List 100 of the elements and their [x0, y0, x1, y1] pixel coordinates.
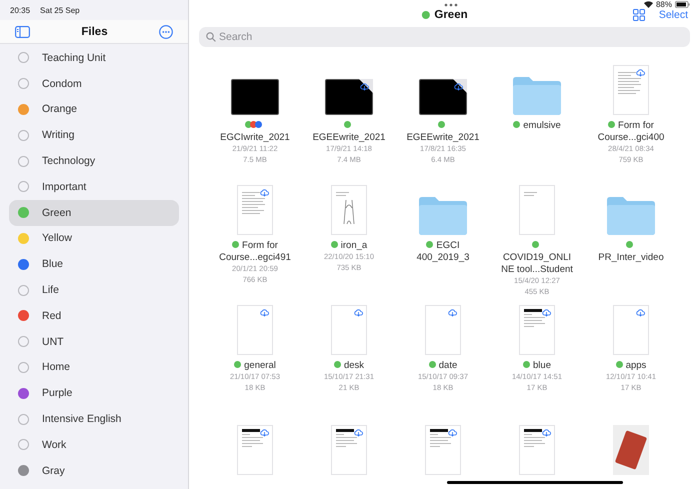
tag-dot	[18, 336, 29, 348]
photo-placeholder[interactable]	[613, 425, 649, 475]
tag-dot	[18, 284, 29, 296]
file-name: desk	[312, 360, 386, 372]
tag-item[interactable]: Writing	[9, 122, 179, 148]
grid-view-icon[interactable]	[632, 9, 645, 21]
tag-label: Writing	[42, 129, 74, 142]
document-thumbnail[interactable]	[613, 305, 649, 355]
more-icon[interactable]	[159, 24, 173, 38]
cloud-download-icon	[448, 309, 457, 317]
tag-dot	[18, 156, 29, 167]
tag-label: Orange	[42, 103, 78, 116]
tag-label: Condom	[42, 78, 82, 90]
tag-label: Life	[42, 284, 59, 296]
document-thumbnail[interactable]	[237, 305, 273, 355]
cloud-download-icon	[354, 429, 363, 437]
tag-item[interactable]: UNT	[9, 328, 179, 355]
file-name: Form for Course...gci400	[596, 120, 666, 144]
cloud-download-icon	[636, 69, 645, 77]
cloud-download-icon	[354, 309, 363, 317]
tag-item[interactable]: Home	[9, 354, 179, 380]
file-name: EGEEwrite_2021	[406, 120, 480, 144]
tag-item[interactable]: Work	[9, 432, 179, 458]
document-thumbnail[interactable]	[519, 185, 555, 235]
document-thumbnail[interactable]	[519, 305, 555, 355]
tag-item[interactable]: Condom	[9, 70, 179, 97]
tag-label: Red	[42, 310, 62, 322]
file-name: blue	[500, 360, 574, 372]
file-name: Form for Course...egci491	[218, 240, 292, 264]
tag-dot	[18, 181, 29, 192]
cloud-download-icon	[260, 429, 269, 437]
tag-label: Yellow	[42, 232, 72, 244]
cloud-download-icon	[260, 309, 269, 317]
document-thumbnail[interactable]	[331, 305, 367, 355]
cloud-download-icon	[542, 429, 551, 437]
file-name: COVID19_ONLINE tool...Student	[500, 240, 574, 276]
tag-dot	[18, 130, 29, 141]
tag-dot	[18, 362, 29, 373]
tag-item[interactable]: Red	[9, 302, 179, 329]
tag-label: Technology	[42, 155, 96, 168]
tag-item[interactable]: Yellow	[9, 226, 179, 252]
tag-label: Intensive English	[42, 413, 122, 426]
document-thumbnail[interactable]	[425, 305, 461, 355]
sidebar-title: Files	[81, 26, 108, 38]
wifi-icon	[644, 1, 653, 8]
tag-item[interactable]: Green	[9, 200, 179, 226]
cloud-download-icon	[360, 83, 369, 91]
tag-label: Purple	[42, 387, 72, 400]
document-thumbnail[interactable]	[331, 425, 367, 475]
tag-item[interactable]: Orange	[9, 96, 179, 122]
tag-dot	[18, 414, 29, 425]
tag-label: UNT	[42, 336, 64, 348]
multitasking-dots-icon[interactable]	[444, 2, 458, 6]
tag-item[interactable]: Life	[9, 277, 179, 303]
document-thumbnail[interactable]	[331, 185, 367, 235]
tag-item[interactable]: Gray	[9, 458, 179, 484]
page-corner-icon	[359, 79, 373, 93]
cloud-download-icon	[454, 83, 463, 91]
document-thumbnail[interactable]	[425, 425, 461, 475]
battery-icon	[674, 1, 690, 8]
cloud-download-icon	[542, 309, 551, 317]
file-name: PR_Inter_video	[594, 240, 668, 264]
page-corner-icon	[453, 79, 467, 93]
tag-dot	[18, 78, 29, 90]
video-thumbnail[interactable]	[231, 79, 279, 115]
cloud-download-icon	[636, 309, 645, 317]
tag-label: Teaching Unit	[42, 52, 106, 64]
tag-label: Gray	[42, 464, 65, 477]
tag-item[interactable]: Intensive English	[9, 406, 179, 432]
cloud-download-icon	[260, 189, 269, 197]
tag-label: Green	[42, 206, 72, 219]
tag-item[interactable]: Important	[9, 174, 179, 200]
tag-dot	[18, 439, 29, 450]
tag-item[interactable]: Blue	[9, 251, 179, 278]
video-thumbnail[interactable]	[325, 79, 373, 115]
document-thumbnail[interactable]	[613, 65, 649, 115]
tag-item[interactable]: Technology	[9, 148, 179, 174]
tag-label: Important	[42, 180, 86, 193]
video-thumbnail[interactable]	[419, 79, 467, 115]
document-thumbnail[interactable]	[237, 185, 273, 235]
tag-label: Home	[42, 361, 70, 374]
cloud-download-icon	[448, 429, 457, 437]
tag-item[interactable]: Teaching Unit	[9, 45, 179, 71]
document-thumbnail[interactable]	[237, 425, 273, 475]
folder-title: Green	[434, 9, 468, 21]
file-name: emulsive	[500, 120, 574, 132]
tag-label: Work	[42, 438, 66, 451]
sidebar-toggle-icon[interactable]	[15, 26, 30, 38]
tag-item[interactable]: Purple	[9, 380, 179, 406]
status-date: Sat 25 Sep	[40, 6, 80, 14]
search-field[interactable]: Search	[199, 27, 690, 47]
select-button[interactable]: Select	[658, 9, 688, 21]
document-thumbnail[interactable]	[519, 425, 555, 475]
file-name: date	[406, 360, 480, 372]
file-name: EGCI 400_2019_3	[416, 240, 470, 264]
tag-dot	[18, 52, 29, 64]
file-name: apps	[594, 360, 668, 372]
file-name: general	[218, 360, 292, 372]
tag-label: Blue	[42, 258, 64, 270]
battery-percentage: 88%	[656, 0, 672, 9]
